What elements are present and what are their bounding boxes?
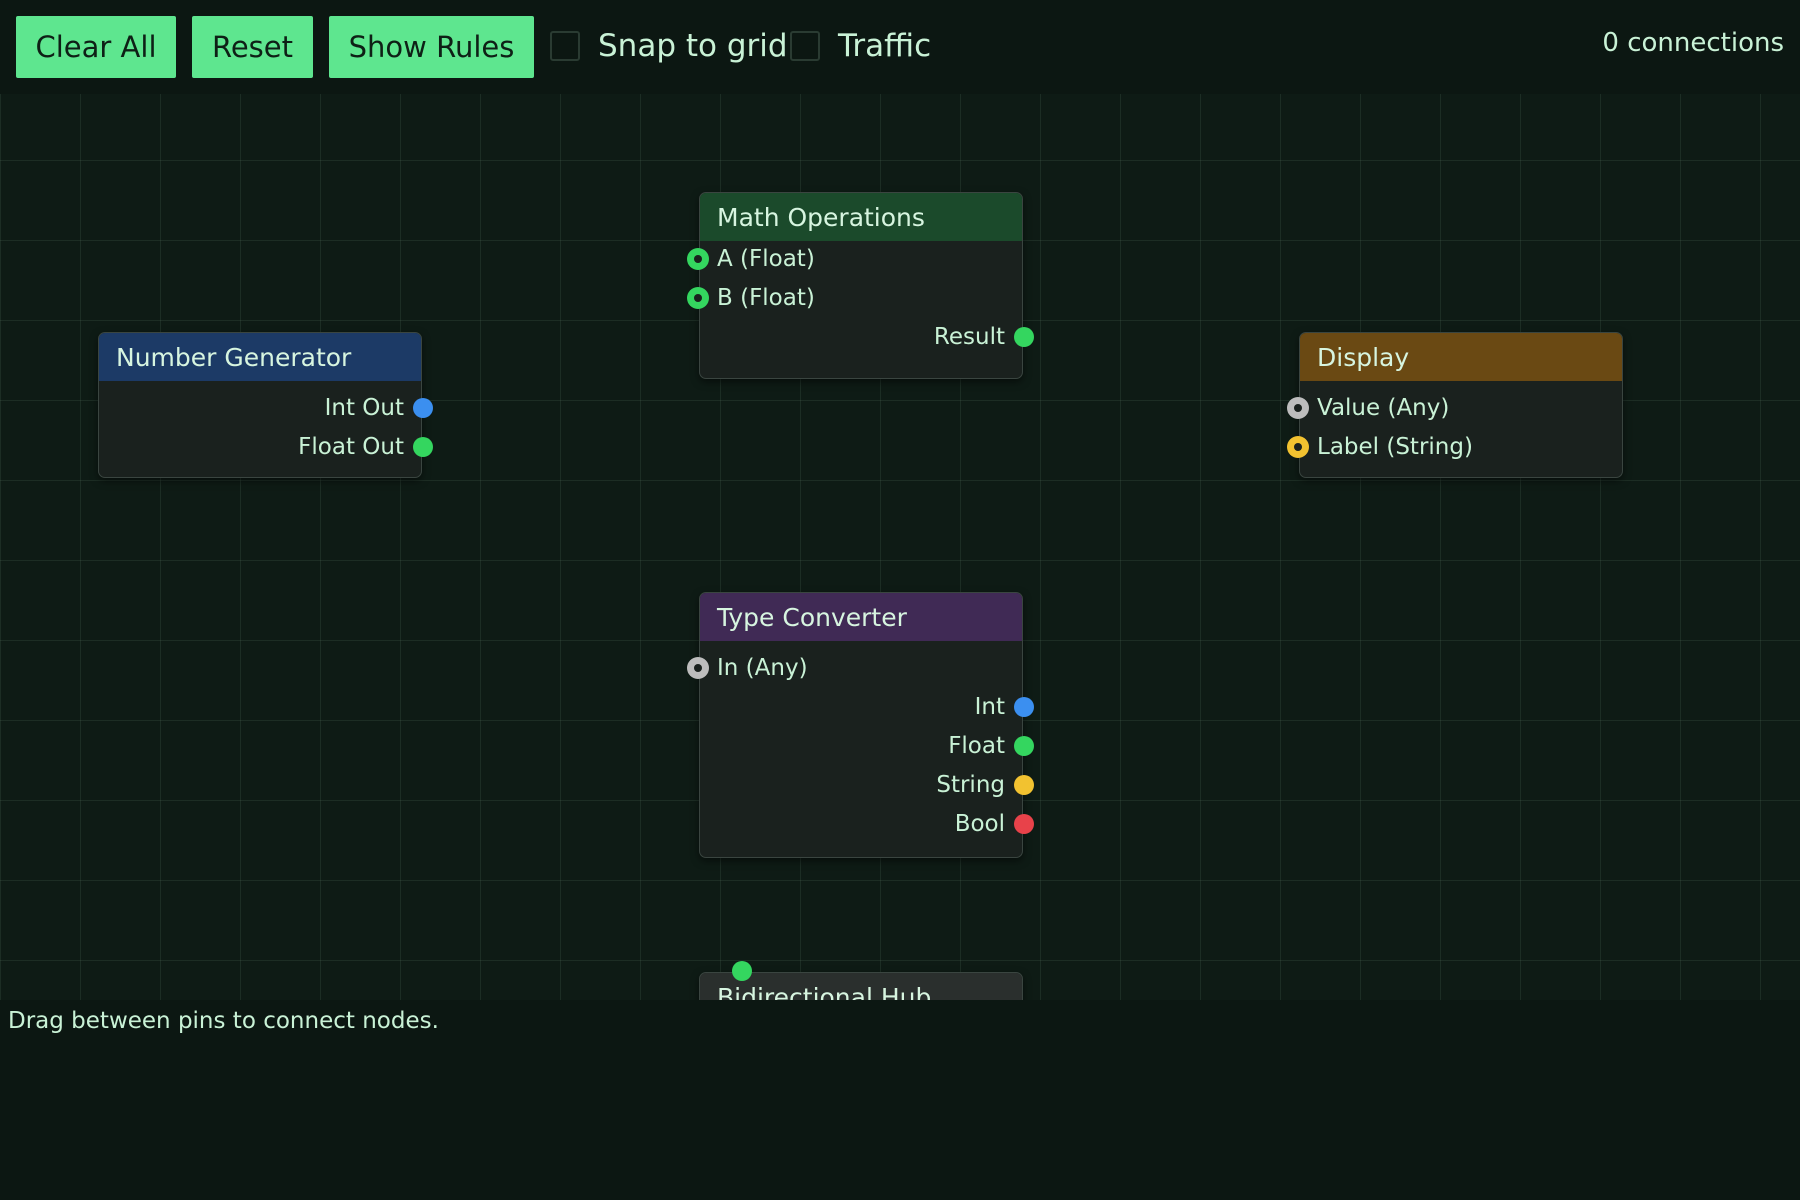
pin-label-string: String <box>936 772 1005 798</box>
node-title: Number Generator <box>116 342 352 372</box>
node-math-operations[interactable]: Math Operations A (Float) B (Float) Resu… <box>687 192 1034 379</box>
pin-label-a: A (Float) <box>717 246 815 272</box>
node-type-converter[interactable]: Type Converter In (Any) Int Float String… <box>687 592 1034 858</box>
pin-label-value: Value (Any) <box>1317 395 1450 421</box>
pin-label-float-out: Float Out <box>298 434 404 460</box>
node-display[interactable]: Display Value (Any) Label (String) <box>1287 332 1623 478</box>
output-pin-string[interactable] <box>1014 775 1034 795</box>
input-pin-a[interactable] <box>687 248 709 270</box>
traffic-label[interactable]: Traffic <box>838 25 931 67</box>
clear-all-button[interactable]: Clear All <box>16 16 176 78</box>
pin-label-int-out: Int Out <box>324 395 404 421</box>
node-title: Bidirectional Hub <box>717 982 932 1001</box>
output-pin-result[interactable] <box>1014 327 1034 347</box>
pin-label-b: B (Float) <box>717 285 815 311</box>
input-pin-value[interactable] <box>1287 397 1309 419</box>
show-rules-button[interactable]: Show Rules <box>329 16 534 78</box>
output-pin-bool[interactable] <box>1014 814 1034 834</box>
snap-to-grid-checkbox[interactable] <box>550 31 580 61</box>
node-title: Math Operations <box>717 202 925 232</box>
node-canvas[interactable]: Math Operations A (Float) B (Float) Resu… <box>0 94 1800 1000</box>
pin-label-result: Result <box>933 324 1005 350</box>
pin-label-float: Float <box>948 733 1005 759</box>
node-bidirectional-hub[interactable]: Bidirectional Hub <box>699 961 1023 1001</box>
node-header[interactable]: Math Operations <box>700 193 1022 241</box>
node-number-generator[interactable]: Number Generator Int Out Float Out <box>98 332 433 478</box>
input-pin-b[interactable] <box>687 287 709 309</box>
output-pin-int[interactable] <box>1014 697 1034 717</box>
connection-count: 0 connections <box>1602 28 1784 58</box>
input-pin-in[interactable] <box>687 657 709 679</box>
status-hint: Drag between pins to connect nodes. <box>8 1008 439 1034</box>
pin-label-bool: Bool <box>954 811 1005 837</box>
node-title: Display <box>1317 342 1410 372</box>
node-header[interactable]: Display <box>1300 333 1622 381</box>
output-pin-int-out[interactable] <box>413 398 433 418</box>
toolbar: Clear All Reset Show Rules Snap to grid … <box>0 0 1800 94</box>
pin-label-in: In (Any) <box>717 655 808 681</box>
pin-label-int: Int <box>974 694 1005 720</box>
traffic-checkbox[interactable] <box>790 31 820 61</box>
reset-button[interactable]: Reset <box>192 16 313 78</box>
pin-label-label: Label (String) <box>1317 434 1473 460</box>
node-header[interactable]: Number Generator <box>99 333 421 381</box>
node-title: Type Converter <box>717 602 907 632</box>
snap-to-grid-label[interactable]: Snap to grid <box>598 25 788 67</box>
node-header[interactable]: Type Converter <box>700 593 1022 641</box>
input-pin-label[interactable] <box>1287 436 1309 458</box>
hub-pin[interactable] <box>732 961 752 981</box>
output-pin-float[interactable] <box>1014 736 1034 756</box>
output-pin-float-out[interactable] <box>413 437 433 457</box>
